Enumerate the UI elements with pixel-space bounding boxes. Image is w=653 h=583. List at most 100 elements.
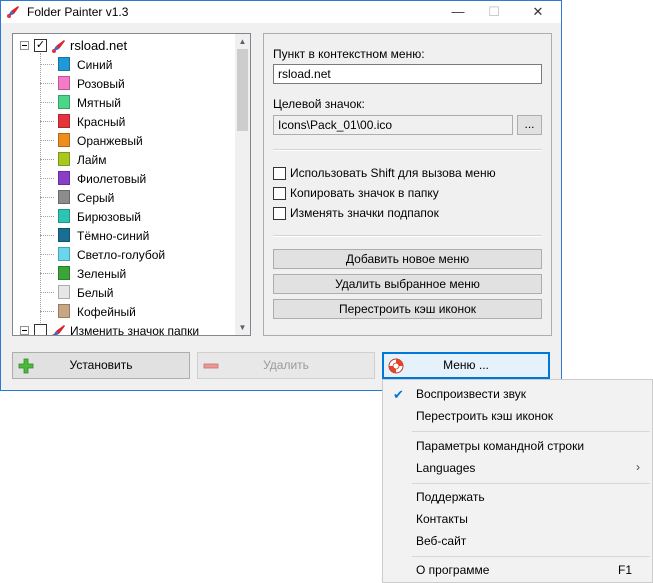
maximize-button[interactable]: ☐	[477, 1, 511, 23]
menu-item-label: Перестроить кэш иконок	[416, 409, 554, 423]
plus-icon	[18, 358, 34, 374]
root-checkbox[interactable]: ✓	[34, 39, 47, 52]
menu-separator	[412, 431, 650, 432]
menu-item-rebuild-cache[interactable]: Перестроить кэш иконок	[383, 405, 652, 427]
tree-item-label: Тёмно-синий	[77, 229, 150, 243]
menu-item-contacts[interactable]: Контакты	[383, 508, 652, 530]
target-icon-field[interactable]	[273, 115, 513, 135]
tree-root-change-icon[interactable]: Изменить значок папки	[13, 321, 237, 336]
color-swatch-icon	[58, 95, 70, 109]
tree-item[interactable]: Бирюзовый	[13, 207, 237, 226]
tree-item[interactable]: Лайм	[13, 150, 237, 169]
color-swatch-icon	[58, 228, 70, 242]
tree-item[interactable]: Синий	[13, 55, 237, 74]
tree-item-label: Фиолетовый	[77, 172, 147, 186]
tree-root-label: Изменить значок папки	[70, 324, 200, 336]
collapse-toggle[interactable]	[20, 41, 29, 50]
menu-item-label: Поддержать	[416, 490, 485, 504]
tree-item-label: Синий	[77, 58, 113, 72]
browse-icon-button[interactable]: ...	[517, 115, 542, 135]
remove-button[interactable]: Удалить	[197, 352, 375, 379]
menu-item-cmd-params[interactable]: Параметры командной строки	[383, 435, 652, 457]
app-logo-icon	[7, 6, 19, 18]
color-swatch-icon	[58, 133, 70, 147]
menu-item-about[interactable]: О программе F1	[383, 559, 652, 581]
checkbox[interactable]	[273, 167, 286, 180]
paint-brush-icon	[52, 40, 65, 53]
menu-item-label: Languages	[416, 461, 476, 475]
tree-item[interactable]: Красный	[13, 112, 237, 131]
checkmark-icon: ✔	[393, 387, 404, 402]
tree-item-label: Белый	[77, 286, 114, 300]
color-swatch-icon	[58, 114, 70, 128]
menu-separator	[412, 556, 650, 557]
color-tree[interactable]: ✓ rsload.net Синий Розовый Мятный Красны…	[12, 33, 251, 336]
menu-item-website[interactable]: Веб-сайт	[383, 530, 652, 552]
color-swatch-icon	[58, 76, 70, 90]
tree-item[interactable]: Мятный	[13, 93, 237, 112]
menu-button[interactable]: Меню ...	[382, 352, 550, 379]
menu-item-label: Воспроизвести звук	[416, 387, 527, 401]
menu-item-input[interactable]	[273, 64, 542, 84]
tree-item[interactable]: Тёмно-синий	[13, 226, 237, 245]
color-swatch-icon	[58, 285, 70, 299]
tree-item-label: Красный	[77, 115, 126, 129]
checkbox[interactable]	[273, 187, 286, 200]
tree-item[interactable]: Серый	[13, 188, 237, 207]
color-swatch-icon	[58, 152, 70, 166]
checkbox[interactable]	[273, 207, 286, 220]
delete-menu-button[interactable]: Удалить выбранное меню	[273, 274, 542, 294]
tree-item[interactable]: Розовый	[13, 74, 237, 93]
lifebuoy-icon	[388, 358, 404, 374]
tree-item[interactable]: Зеленый	[13, 264, 237, 283]
color-swatch-icon	[58, 266, 70, 280]
shortcut-label: F1	[617, 563, 632, 577]
tree-item[interactable]: Белый	[13, 283, 237, 302]
tree-item[interactable]: Кофейный	[13, 302, 237, 321]
color-swatch-icon	[58, 209, 70, 223]
rebuild-cache-button[interactable]: Перестроить кэш иконок	[273, 299, 542, 319]
root-checkbox[interactable]	[34, 324, 47, 335]
option-label: Копировать значок в папку	[290, 186, 439, 200]
menu-item-label: О программе	[416, 563, 490, 577]
tree-item-label: Бирюзовый	[77, 210, 141, 224]
collapse-toggle[interactable]	[20, 326, 29, 335]
menu-item-languages[interactable]: Languages ›	[383, 457, 652, 479]
menu-item-label: Веб-сайт	[416, 534, 467, 548]
tree-item[interactable]: Светло-голубой	[13, 245, 237, 264]
tree-item-label: Розовый	[77, 77, 125, 91]
menu-item-label: Пункт в контекстном меню:	[273, 47, 425, 61]
scroll-up-icon[interactable]: ▲	[235, 34, 250, 49]
close-button[interactable]: ✕	[521, 1, 555, 23]
remove-label: Удалить	[263, 358, 309, 372]
add-menu-button[interactable]: Добавить новое меню	[273, 249, 542, 269]
install-button[interactable]: Установить	[12, 352, 190, 379]
scroll-down-icon[interactable]: ▼	[235, 320, 250, 335]
divider	[273, 235, 542, 237]
menu-separator	[412, 483, 650, 484]
color-swatch-icon	[58, 247, 70, 261]
menu-item-play-sound[interactable]: ✔ Воспроизвести звук	[383, 383, 652, 405]
menu-item-support[interactable]: Поддержать	[383, 486, 652, 508]
install-label: Установить	[69, 358, 133, 372]
tree-item-label: Кофейный	[77, 305, 136, 319]
option-label: Использовать Shift для вызова меню	[290, 166, 496, 180]
context-menu: ✔ Воспроизвести звук Перестроить кэш ико…	[382, 379, 653, 583]
scroll-thumb[interactable]	[237, 49, 248, 131]
tree-scrollbar[interactable]: ▲ ▼	[235, 34, 250, 335]
menu-item-label: Контакты	[416, 512, 468, 526]
app-window: Folder Painter v1.3 — ☐ ✕ ✓ rsload.net С…	[0, 0, 562, 391]
title-bar[interactable]: Folder Painter v1.3 — ☐ ✕	[1, 1, 561, 23]
tree-item-label: Мятный	[77, 96, 121, 110]
tree-root-label: rsload.net	[70, 38, 128, 53]
tree-root-rsload[interactable]: ✓ rsload.net	[13, 36, 237, 55]
color-swatch-icon	[58, 171, 70, 185]
minus-icon	[203, 363, 219, 369]
divider	[273, 149, 542, 151]
tree-item[interactable]: Фиолетовый	[13, 169, 237, 188]
minimize-button[interactable]: —	[441, 1, 475, 23]
settings-panel: Пункт в контекстном меню: Целевой значок…	[263, 33, 552, 336]
menu-label: Меню ...	[443, 358, 489, 372]
tree-item[interactable]: Оранжевый	[13, 131, 237, 150]
color-swatch-icon	[58, 57, 70, 71]
